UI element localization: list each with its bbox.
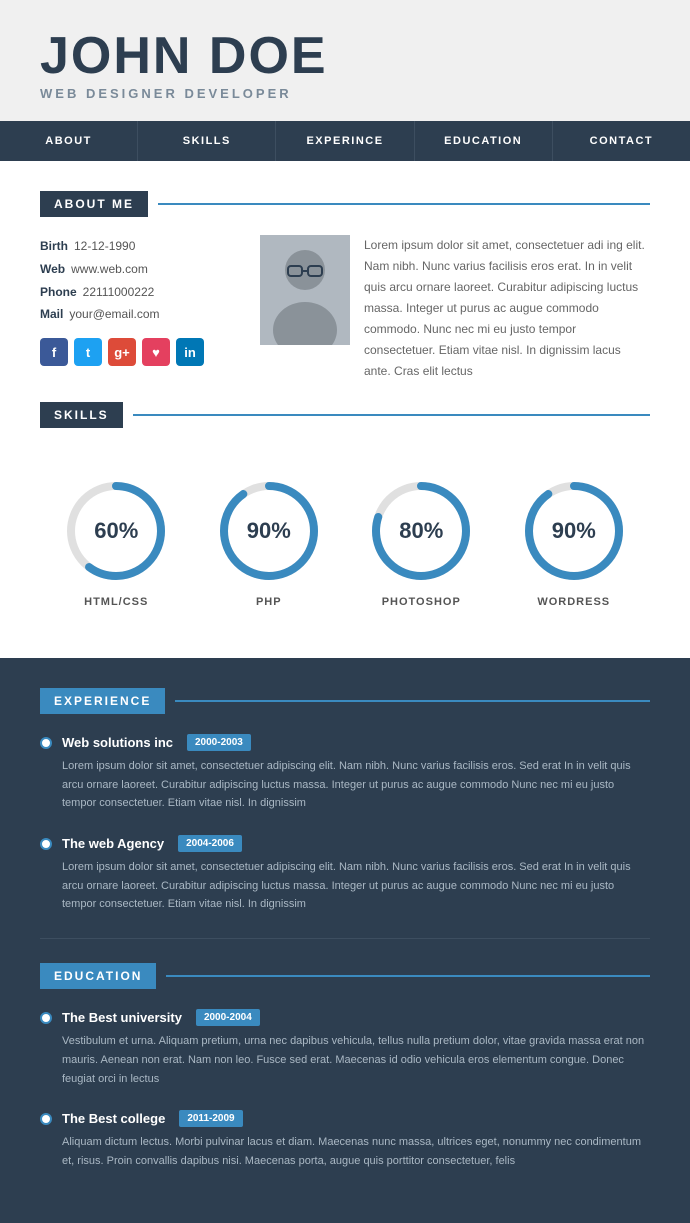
exp-desc-1: Lorem ipsum dolor sit amet, consectetuer… — [40, 757, 650, 813]
edu-school-2: The Best college — [62, 1111, 165, 1126]
white-section: ABOUT ME Birth 12-12-1990 Web www.web.com … — [0, 161, 690, 658]
skill-percent-wordpress: 90% — [552, 518, 596, 544]
experience-line — [175, 700, 650, 702]
skill-htmlcss: 60% HTML/CSS — [61, 476, 171, 608]
birth-row: Birth 12-12-1990 — [40, 235, 240, 258]
edu-dot-2 — [40, 1113, 52, 1125]
experience-header: EXPERIENCE — [40, 688, 650, 714]
header-title: WEB DESIGNER DEVELOPER — [40, 86, 650, 101]
edu-school-1: The Best university — [62, 1010, 182, 1025]
edu-year-2: 2011-2009 — [179, 1110, 242, 1127]
edu-item-1: The Best university 2000-2004 Vestibulum… — [40, 1009, 650, 1088]
birth-label: Birth — [40, 239, 68, 253]
exp-item-2: The web Agency 2004-2006 Lorem ipsum dol… — [40, 835, 650, 914]
about-middle: Lorem ipsum dolor sit amet, consectetuer… — [260, 235, 650, 382]
skill-label-photoshop: PHOTOSHOP — [382, 596, 461, 608]
instagram-icon[interactable]: ♥ — [142, 338, 170, 366]
skills-circles: 60% HTML/CSS 90% PHP — [40, 446, 650, 628]
skills-line — [133, 414, 650, 416]
skill-percent-htmlcss: 60% — [94, 518, 138, 544]
exp-header-1: Web solutions inc 2000-2003 — [40, 734, 650, 751]
about-grid: Birth 12-12-1990 Web www.web.com Phone 2211… — [40, 235, 650, 382]
web-label: Web — [40, 262, 65, 276]
twitter-icon[interactable]: t — [74, 338, 102, 366]
edu-desc-2: Aliquam dictum lectus. Morbi pulvinar la… — [40, 1133, 650, 1170]
section-divider — [40, 938, 650, 939]
mail-row: Mail your@email.com — [40, 303, 240, 326]
skill-circle-wordpress: 90% — [519, 476, 629, 586]
skill-wordpress: 90% WORDRESS — [519, 476, 629, 608]
web-row: Web www.web.com — [40, 258, 240, 281]
exp-year-2: 2004-2006 — [178, 835, 242, 852]
phone-value: 22111000222 — [83, 285, 155, 299]
about-line — [158, 203, 650, 205]
experience-label: EXPERIENCE — [40, 688, 165, 714]
social-icons: f t g+ ♥ in — [40, 338, 240, 366]
education-label: EDUCATION — [40, 963, 156, 989]
nav-experience[interactable]: EXPERINCE — [276, 121, 414, 161]
skill-photoshop: 80% PHOTOSHOP — [366, 476, 476, 608]
profile-photo — [260, 235, 350, 345]
nav-contact[interactable]: CONTACT — [553, 121, 690, 161]
skill-label-php: PHP — [256, 596, 282, 608]
linkedin-icon[interactable]: in — [176, 338, 204, 366]
birth-value: 12-12-1990 — [74, 239, 135, 253]
phone-label: Phone — [40, 285, 77, 299]
about-bio: Lorem ipsum dolor sit amet, consectetuer… — [364, 235, 650, 382]
header-section: JOHN DOE WEB DESIGNER DEVELOPER — [0, 0, 690, 121]
skill-circle-php: 90% — [214, 476, 324, 586]
skill-circle-photoshop: 80% — [366, 476, 476, 586]
phone-row: Phone 22111000222 — [40, 281, 240, 304]
dark-section: EXPERIENCE Web solutions inc 2000-2003 L… — [0, 658, 690, 1223]
about-info: Birth 12-12-1990 Web www.web.com Phone 2211… — [40, 235, 240, 326]
exp-item-1: Web solutions inc 2000-2003 Lorem ipsum … — [40, 734, 650, 813]
edu-dot-1 — [40, 1012, 52, 1024]
facebook-icon[interactable]: f — [40, 338, 68, 366]
edu-desc-1: Vestibulum et urna. Aliquam pretium, urn… — [40, 1032, 650, 1088]
nav-skills[interactable]: SKILLS — [138, 121, 276, 161]
education-header: EDUCATION — [40, 963, 650, 989]
web-value: www.web.com — [71, 262, 148, 276]
about-left: Birth 12-12-1990 Web www.web.com Phone 2211… — [40, 235, 240, 382]
education-line — [166, 975, 650, 977]
navigation: ABOUT SKILLS EXPERINCE EDUCATION CONTACT — [0, 121, 690, 161]
exp-dot-2 — [40, 838, 52, 850]
exp-company-2: The web Agency — [62, 836, 164, 851]
skill-percent-php: 90% — [247, 518, 291, 544]
skill-php: 90% PHP — [214, 476, 324, 608]
edu-item-2: The Best college 2011-2009 Aliquam dictu… — [40, 1110, 650, 1170]
skills-section: SKILLS 60% HTML/CSS — [40, 402, 650, 628]
header-name: JOHN DOE — [40, 30, 650, 82]
mail-label: Mail — [40, 307, 63, 321]
exp-year-1: 2000-2003 — [187, 734, 251, 751]
exp-desc-2: Lorem ipsum dolor sit amet, consectetuer… — [40, 858, 650, 914]
exp-dot-1 — [40, 737, 52, 749]
about-label: ABOUT ME — [40, 191, 148, 217]
exp-header-2: The web Agency 2004-2006 — [40, 835, 650, 852]
skill-label-wordpress: WORDRESS — [537, 596, 610, 608]
skill-label-htmlcss: HTML/CSS — [84, 596, 148, 608]
mail-value: your@email.com — [69, 307, 159, 321]
exp-company-1: Web solutions inc — [62, 735, 173, 750]
skills-header: SKILLS — [40, 402, 650, 428]
skill-circle-htmlcss: 60% — [61, 476, 171, 586]
google-icon[interactable]: g+ — [108, 338, 136, 366]
skills-label: SKILLS — [40, 402, 123, 428]
nav-about[interactable]: ABOUT — [0, 121, 138, 161]
about-header: ABOUT ME — [40, 191, 650, 217]
nav-education[interactable]: EDUCATION — [415, 121, 553, 161]
edu-header-2: The Best college 2011-2009 — [40, 1110, 650, 1127]
skill-percent-photoshop: 80% — [399, 518, 443, 544]
